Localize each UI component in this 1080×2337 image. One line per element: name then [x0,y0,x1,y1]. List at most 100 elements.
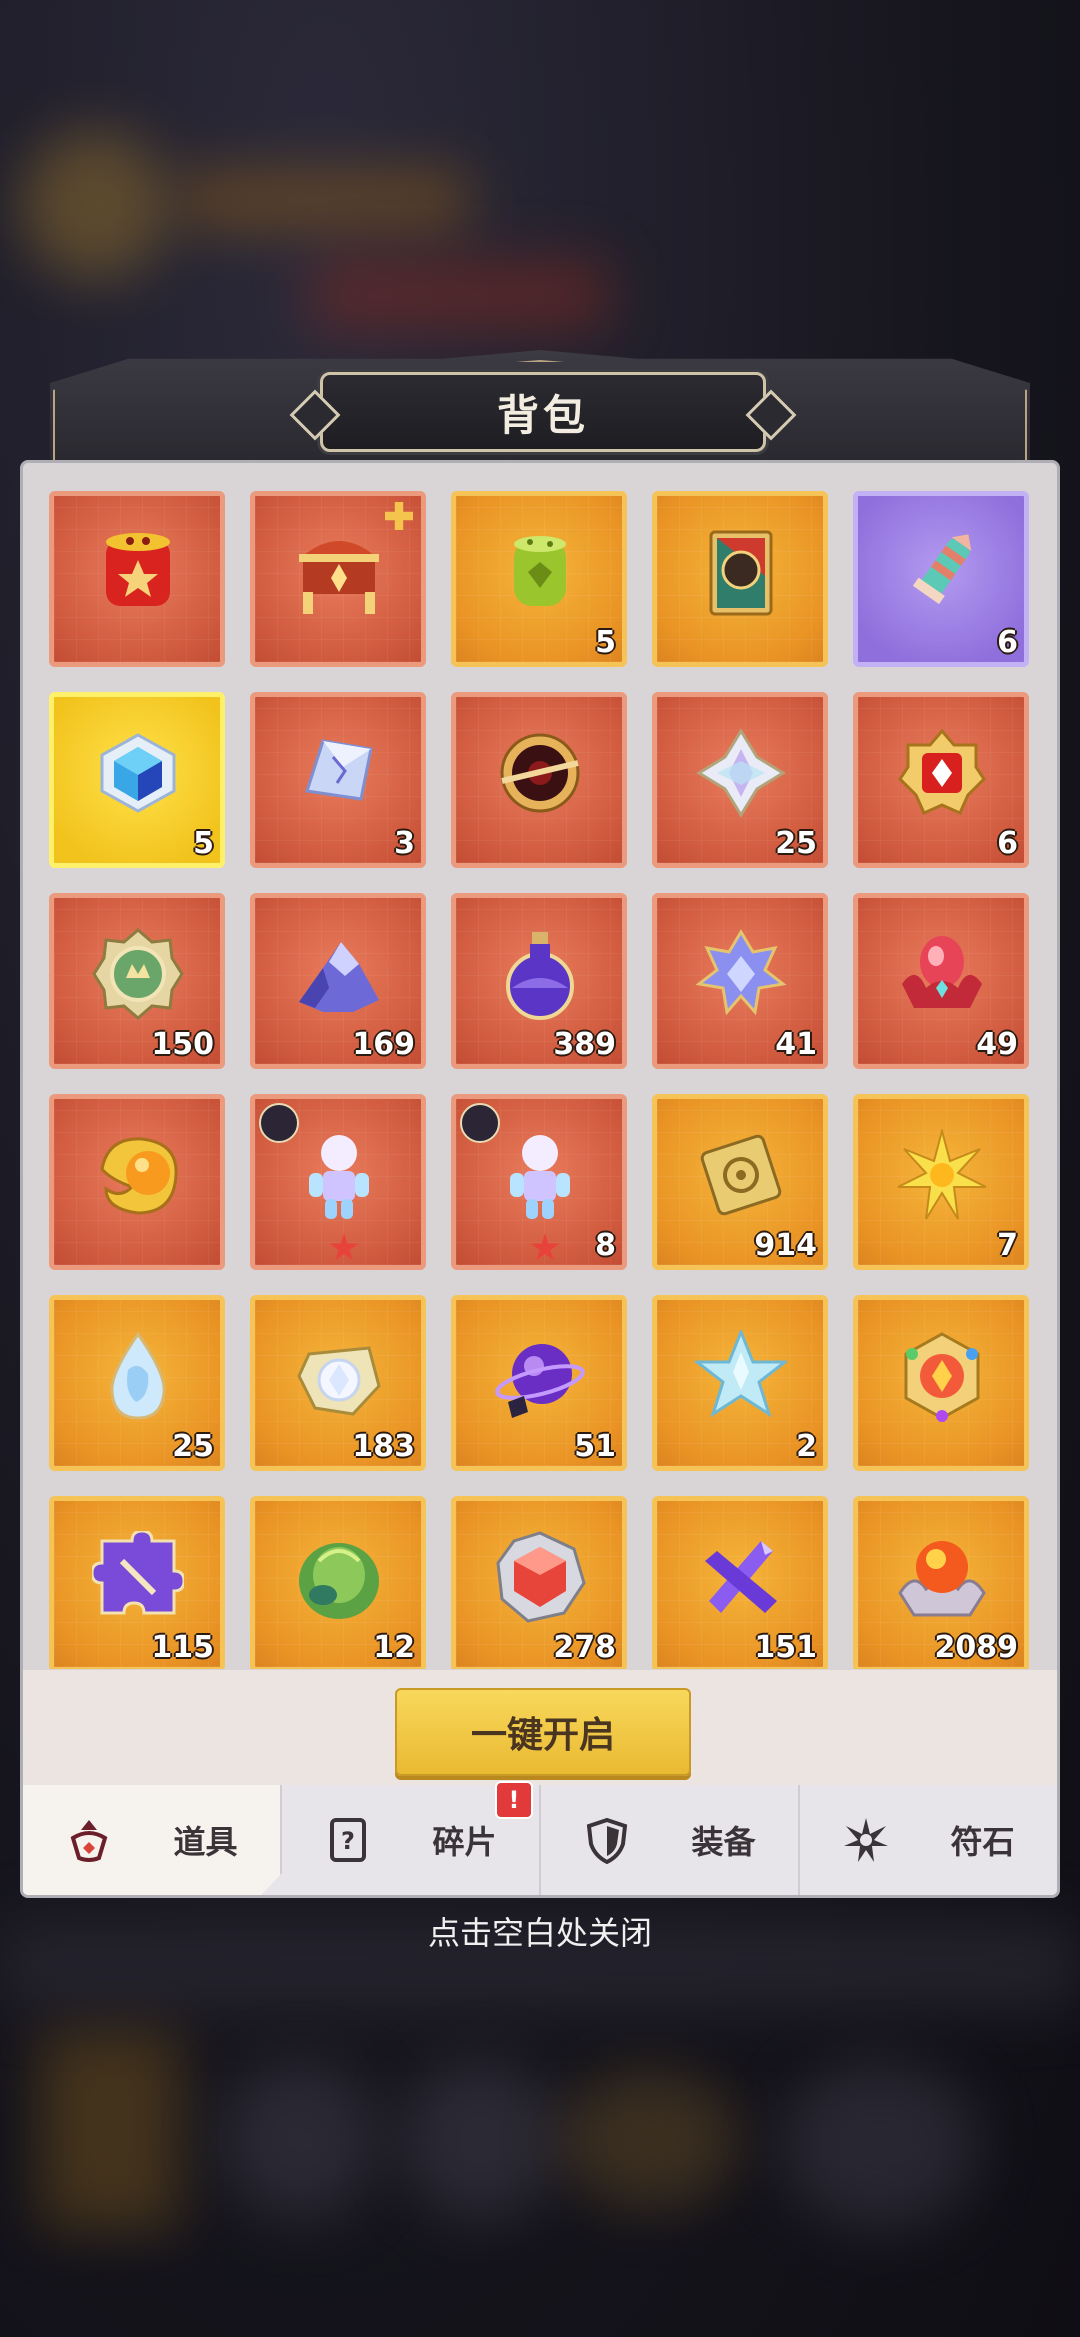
item-slot[interactable] [250,1094,426,1270]
item-count: 6 [997,826,1018,861]
item-slot[interactable]: 6 [853,692,1029,868]
question-card-icon: ? [324,1816,372,1864]
item-slot[interactable]: 5 [451,491,627,667]
gold-sun-icon [896,1127,988,1221]
fire-orb-icon [896,1531,988,1623]
tab-label: 符石 [950,1823,1015,1861]
item-count: 183 [352,1429,415,1464]
silver-star-gem-icon [695,727,787,819]
blue-crystal-cube-icon [92,727,184,819]
item-grid-scroll[interactable]: 5 6 5 3 25 6 150 169 389 41 49 8 914 7 25 183 51 2 115 12 27… [49,491,1037,1669]
purple-ore-icon [293,928,385,1020]
star-icon [329,1233,359,1261]
svg-text:?: ? [342,1827,356,1855]
item-count: 278 [553,1630,616,1665]
element-badge-icon [460,1103,500,1143]
item-slot[interactable]: 914 [652,1094,828,1270]
tab-1[interactable]: ? 碎片! [282,1781,541,1895]
item-slot[interactable]: 150 [49,893,225,1069]
item-count: 49 [976,1027,1018,1062]
alert-badge: ! [495,1781,533,1819]
tab-0[interactable]: 道具 [23,1785,282,1895]
item-slot[interactable]: 169 [250,893,426,1069]
item-slot[interactable]: 2089 [853,1496,1029,1669]
close-hint: 点击空白处关闭 [427,1914,652,1952]
tab-2[interactable]: 装备 [541,1785,800,1895]
item-slot[interactable]: 389 [451,893,627,1069]
item-count: 151 [754,1630,817,1665]
tab-3[interactable]: 符石 [800,1785,1057,1895]
item-slot[interactable]: 12 [250,1496,426,1669]
puzzle-piece-icon [90,1529,186,1623]
item-count: 25 [172,1429,214,1464]
item-slot[interactable]: 6 [853,491,1029,667]
item-count: 2 [796,1429,817,1464]
category-tabs: 道具? 碎片! 装备 符石 [23,1781,1057,1895]
item-count: 8 [595,1228,616,1263]
white-diamond-icon [293,1330,385,1422]
open-all-button[interactable]: 一键开启 [395,1688,691,1776]
item-slot[interactable]: 115 [49,1496,225,1669]
backpack-panel: 背包 5 6 5 3 25 6 150 169 389 41 49 8 914 7 25 183 51 2 115 1… [20,350,1060,1898]
item-count: 6 [997,625,1018,660]
rune-star-icon [842,1816,890,1864]
tab-label: 装备 [691,1823,756,1861]
star-icon [530,1233,560,1261]
item-slot[interactable] [49,491,225,667]
action-bar: 一键开启 [23,1670,1057,1785]
item-slot[interactable]: 151 [652,1496,828,1669]
item-count: 7 [997,1228,1018,1263]
rainbow-emblem-icon [896,1330,988,1422]
purple-crystal-cross-icon [695,1531,787,1623]
item-slot[interactable]: 278 [451,1496,627,1669]
plus-icon [385,502,413,530]
bag-icon [65,1816,113,1864]
item-slot[interactable]: 5 [49,692,225,868]
item-slot[interactable]: 25 [49,1295,225,1471]
purple-potion-icon [494,928,586,1020]
item-slot[interactable]: 49 [853,893,1029,1069]
ice-star-icon [692,1327,790,1422]
item-count: 25 [775,826,817,861]
crystal-shard-icon [293,727,385,819]
gold-orb-icon [92,1129,184,1221]
red-badge-icon [896,727,988,819]
item-count: 3 [394,826,415,861]
item-slot[interactable]: 41 [652,893,828,1069]
tab-label: 碎片 [432,1823,497,1861]
hero-figure-icon [293,1129,385,1221]
item-slot[interactable] [250,491,426,667]
item-slot[interactable]: 25 [652,692,828,868]
green-medal-icon [92,928,184,1020]
tab-label: 道具 [173,1823,238,1861]
item-slot[interactable] [451,692,627,868]
hero-figure-icon [494,1129,586,1221]
hero-card-icon [695,526,787,618]
red-crystal-flower-icon [896,928,988,1020]
item-count: 41 [775,1027,817,1062]
item-count: 389 [553,1027,616,1062]
title-plate: 背包 [289,372,797,452]
item-count: 12 [373,1630,415,1665]
item-slot[interactable]: 7 [853,1094,1029,1270]
purple-planet-icon [494,1330,586,1422]
item-slot[interactable]: 3 [250,692,426,868]
dark-orb-icon [494,727,586,819]
green-cabbage-icon [293,1531,385,1623]
item-slot[interactable]: 183 [250,1295,426,1471]
firework-rocket-icon [896,526,988,618]
item-slot[interactable] [853,1295,1029,1471]
item-count: 169 [352,1027,415,1062]
item-count: 115 [151,1630,214,1665]
panel-body: 5 6 5 3 25 6 150 169 389 41 49 8 914 7 25 183 51 2 115 12 27… [20,460,1060,1898]
item-slot[interactable] [652,491,828,667]
blue-snowflake-gem-icon [695,928,787,1020]
shield-icon [583,1816,631,1864]
item-slot[interactable] [49,1094,225,1270]
item-slot[interactable]: 51 [451,1295,627,1471]
item-slot[interactable]: 8 [451,1094,627,1270]
red-gem-icon [494,1531,586,1623]
item-slot[interactable]: 2 [652,1295,828,1471]
item-count: 150 [151,1027,214,1062]
item-grid: 5 6 5 3 25 6 150 169 389 41 49 8 914 7 25 183 51 2 115 12 27… [49,491,1037,1669]
